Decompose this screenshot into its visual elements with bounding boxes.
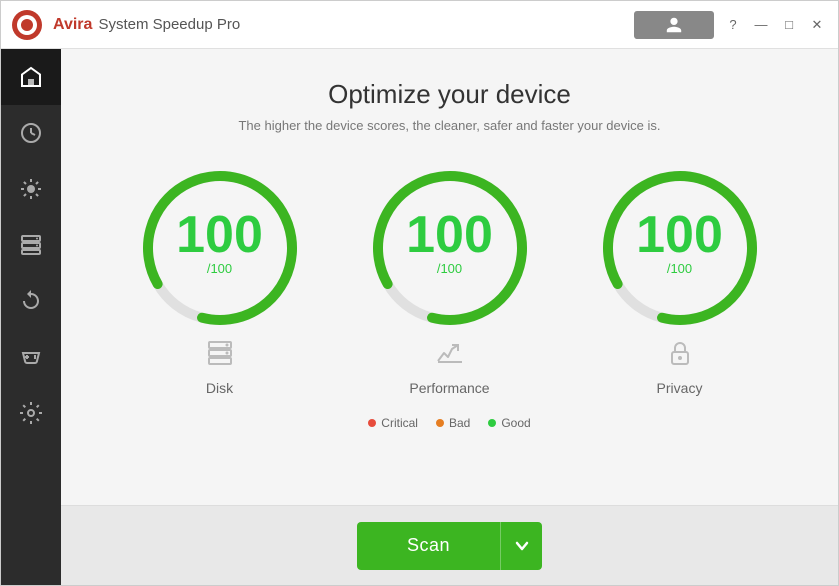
legend-bad: Bad — [436, 416, 470, 430]
bottom-bar: Scan — [61, 505, 838, 585]
gauge-disk-score: 100 /100 — [176, 209, 263, 276]
sidebar-item-settings[interactable] — [1, 385, 61, 441]
sidebar-item-optimizer[interactable] — [1, 161, 61, 217]
legend-good: Good — [488, 416, 530, 430]
gauge-privacy: 100 /100 Privacy — [585, 163, 775, 396]
legend-good-label: Good — [501, 416, 530, 430]
gauges-row: 100 /100 — [101, 163, 798, 396]
legend-critical-label: Critical — [381, 416, 418, 430]
gauge-disk: 100 /100 — [125, 163, 315, 396]
content-area: Optimize your device The higher the devi… — [61, 49, 838, 585]
brand-name: Avira — [53, 16, 92, 34]
gauge-performance: 100 /100 Performance — [355, 163, 545, 396]
scan-dropdown-button[interactable] — [500, 522, 542, 570]
window-controls: ? — □ ✕ — [722, 14, 828, 36]
page-title: Optimize your device — [328, 79, 571, 110]
sidebar-item-gaming[interactable] — [1, 329, 61, 385]
gauge-privacy-label: Privacy — [657, 380, 703, 396]
disk-icon — [206, 339, 234, 372]
close-button[interactable]: ✕ — [806, 14, 828, 36]
sidebar-item-home[interactable] — [1, 49, 61, 105]
privacy-icon — [666, 339, 694, 372]
gauge-performance-score: 100 /100 — [406, 209, 493, 276]
gauge-disk-circle: 100 /100 — [135, 163, 305, 333]
legend-bad-label: Bad — [449, 416, 470, 430]
app-name: System Speedup Pro — [98, 16, 240, 33]
legend: Critical Bad Good — [368, 416, 530, 430]
question-button[interactable]: ? — [722, 14, 744, 36]
legend-bad-dot — [436, 419, 444, 427]
gauge-performance-label: Performance — [409, 380, 489, 396]
gauge-privacy-score: 100 /100 — [636, 209, 723, 276]
gauge-performance-num: 100 — [406, 209, 493, 261]
title-bar: Avira System Speedup Pro ? — □ ✕ — [1, 1, 838, 49]
content-top: Optimize your device The higher the devi… — [61, 49, 838, 505]
legend-good-dot — [488, 419, 496, 427]
main-layout: Optimize your device The higher the devi… — [1, 49, 838, 585]
gauge-privacy-circle: 100 /100 — [595, 163, 765, 333]
sidebar-item-schedule[interactable] — [1, 105, 61, 161]
gauge-performance-circle: 100 /100 — [365, 163, 535, 333]
performance-icon — [436, 339, 464, 372]
maximize-button[interactable]: □ — [778, 14, 800, 36]
legend-critical-dot — [368, 419, 376, 427]
scan-button[interactable]: Scan — [357, 522, 500, 570]
page-subtitle: The higher the device scores, the cleane… — [238, 118, 660, 133]
gauge-disk-num: 100 — [176, 209, 263, 261]
sidebar — [1, 49, 61, 585]
app-logo — [11, 9, 43, 41]
chevron-down-icon — [514, 538, 530, 554]
minimize-button[interactable]: — — [750, 14, 772, 36]
sidebar-item-restore[interactable] — [1, 273, 61, 329]
user-button[interactable] — [634, 11, 714, 39]
gauge-disk-label: Disk — [206, 380, 233, 396]
legend-critical: Critical — [368, 416, 418, 430]
app-window: Avira System Speedup Pro ? — □ ✕ — [0, 0, 839, 586]
sidebar-item-disk[interactable] — [1, 217, 61, 273]
gauge-privacy-num: 100 — [636, 209, 723, 261]
